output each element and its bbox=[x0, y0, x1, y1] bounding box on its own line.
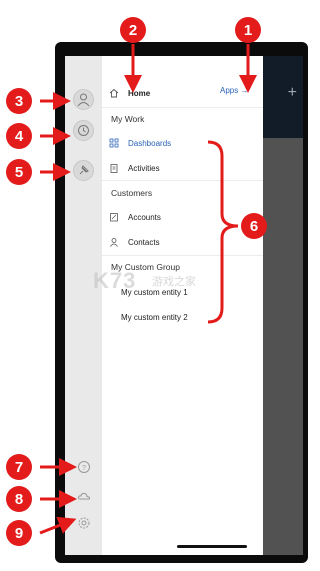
home-indicator[interactable] bbox=[177, 545, 247, 548]
pinned-icon[interactable] bbox=[73, 160, 94, 181]
divider bbox=[102, 107, 263, 108]
divider bbox=[102, 180, 263, 181]
sync-cloud-icon[interactable] bbox=[77, 489, 91, 503]
recent-icon[interactable] bbox=[73, 120, 94, 141]
person-icon bbox=[109, 237, 119, 247]
settings-gear-icon[interactable] bbox=[77, 516, 91, 530]
section-my-work: My Work bbox=[111, 114, 145, 124]
apps-link[interactable]: Apps → bbox=[220, 86, 248, 95]
clipboard-icon bbox=[109, 163, 119, 173]
building-icon bbox=[109, 212, 119, 222]
custom-entity-2-link[interactable]: My custom entity 2 bbox=[102, 305, 263, 329]
svg-text:?: ? bbox=[82, 465, 86, 472]
activities-label: Activities bbox=[128, 163, 160, 173]
callout-3: 3 bbox=[6, 88, 32, 114]
callout-2: 2 bbox=[120, 17, 146, 43]
callout-9: 9 bbox=[6, 520, 32, 546]
app-screen: + ? Home Apps → My Work Dashboards Activ… bbox=[65, 56, 303, 555]
dashboards-link[interactable]: Dashboards bbox=[102, 131, 263, 155]
background-topbar bbox=[263, 56, 303, 138]
watermark-logo: K73 bbox=[93, 268, 137, 293]
accounts-link[interactable]: Accounts bbox=[102, 205, 263, 229]
callout-4: 4 bbox=[6, 123, 32, 149]
profile-icon[interactable] bbox=[73, 89, 94, 110]
site-map-panel: Home Apps → My Work Dashboards Activitie… bbox=[102, 56, 263, 555]
callout-5: 5 bbox=[6, 159, 32, 185]
callout-6: 6 bbox=[241, 213, 267, 239]
callout-7: 7 bbox=[6, 454, 32, 480]
background-app: + bbox=[263, 56, 303, 555]
section-customers: Customers bbox=[111, 188, 153, 198]
dashboards-label: Dashboards bbox=[128, 138, 172, 148]
callout-1: 1 bbox=[235, 17, 261, 43]
contacts-label: Contacts bbox=[128, 237, 160, 247]
home-icon bbox=[109, 88, 119, 98]
home-label: Home bbox=[128, 88, 151, 98]
add-icon: + bbox=[287, 84, 297, 101]
activities-link[interactable]: Activities bbox=[102, 156, 263, 180]
contacts-link[interactable]: Contacts bbox=[102, 230, 263, 254]
divider bbox=[102, 255, 263, 256]
callout-8: 8 bbox=[6, 486, 32, 512]
accounts-label: Accounts bbox=[128, 212, 161, 222]
dashboard-icon bbox=[109, 138, 119, 148]
custom-entity-2-label: My custom entity 2 bbox=[121, 312, 188, 322]
watermark-text: 游戏之家 bbox=[152, 276, 196, 288]
left-rail: ? bbox=[65, 56, 102, 555]
help-icon[interactable]: ? bbox=[77, 460, 91, 474]
